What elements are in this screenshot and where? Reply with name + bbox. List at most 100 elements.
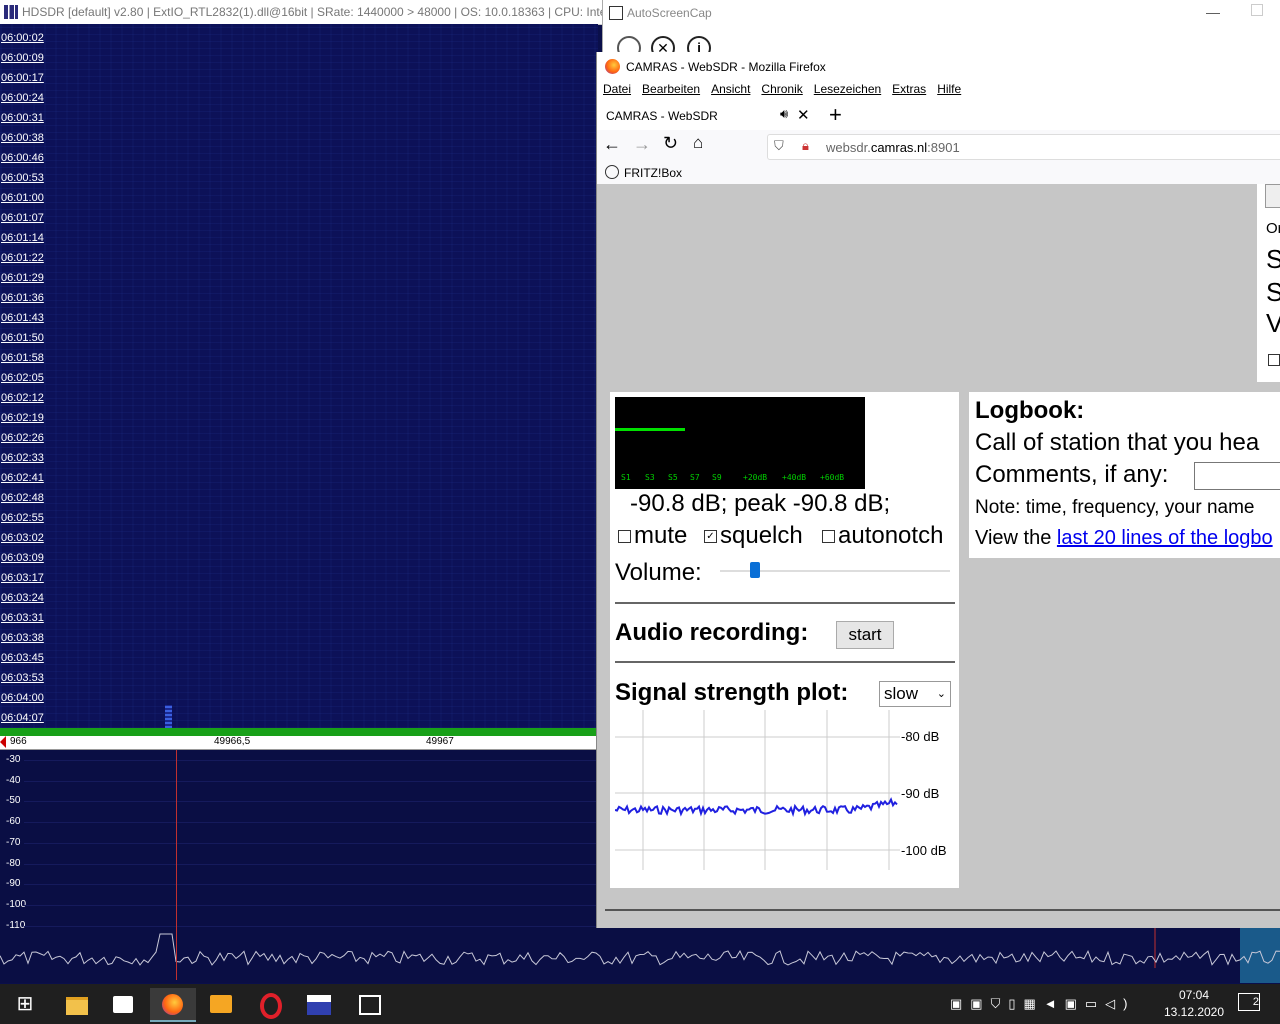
s-meter: S1 S3 S5 S7 S9 +20dB +40dB +60dB xyxy=(615,397,865,489)
frequency-range-bar[interactable] xyxy=(0,728,598,736)
tune-left-arrow-icon[interactable] xyxy=(0,736,6,748)
s-meter-label: +20dB xyxy=(743,473,768,482)
menu-extras[interactable]: Extras xyxy=(892,82,926,96)
waterfall-timestamp: 06:01:29 xyxy=(1,272,44,284)
system-tray-icons[interactable]: ▣▣⛉▯▦◄▣▭◁) xyxy=(950,996,1136,1012)
top-right-button[interactable] xyxy=(1265,184,1280,208)
menu-bar: Datei Bearbeiten Ansicht Chronik Lesezeichen… xyxy=(597,82,1280,102)
menu-datei[interactable]: Datei xyxy=(603,82,631,96)
mute-checkbox[interactable] xyxy=(618,530,631,544)
db-scale-label: -90 xyxy=(6,878,21,890)
chevron-down-icon: ⌄ xyxy=(936,688,946,700)
waterfall-timestamp: 06:00:46 xyxy=(1,152,44,164)
globe-icon xyxy=(605,165,619,179)
reload-icon[interactable]: ↻ xyxy=(663,133,678,154)
top-right-panel: Or S S V xyxy=(1257,184,1280,382)
db-scale-label: -60 xyxy=(6,816,21,828)
maximize-button[interactable] xyxy=(1251,4,1263,16)
waterfall-timestamp: 06:01:58 xyxy=(1,352,44,364)
db-scale-label: -80 xyxy=(6,857,21,869)
db-scale-label: -40 xyxy=(6,774,21,786)
checkbox[interactable] xyxy=(1268,354,1280,366)
db-scale-label: -50 xyxy=(6,795,21,807)
waterfall-signal-trace xyxy=(165,705,172,728)
waterfall-timestamp: 06:01:43 xyxy=(1,312,44,324)
opera-icon[interactable] xyxy=(254,988,288,1020)
waterfall-timestamp: 06:02:33 xyxy=(1,452,44,464)
waterfall-timestamp: 06:00:38 xyxy=(1,132,44,144)
comments-input[interactable] xyxy=(1194,462,1280,490)
signal-level-text: -90.8 dB; peak -90.8 dB; xyxy=(630,490,891,517)
store-icon[interactable] xyxy=(106,988,140,1020)
plot-speed-select[interactable]: slow ⌄ xyxy=(879,681,951,707)
hdsdr-title: HDSDR [default] v2.80 | ExtIO_RTL2832(1)… xyxy=(22,5,604,19)
waterfall-display[interactable] xyxy=(0,24,598,728)
squelch-toggle[interactable]: ✓ squelch xyxy=(704,522,803,550)
bookmark-fritzbox[interactable]: FRITZ!Box xyxy=(624,166,682,180)
tab-camras-websdr[interactable]: CAMRAS - WebSDR 🔊︎ ✕ xyxy=(597,102,817,130)
navigation-bar: ← → ↻ ⌂ ⛉ 🔒︎ websdr.camras.nl:8901 xyxy=(597,130,1280,162)
waterfall-timestamp: 06:01:22 xyxy=(1,252,44,264)
home-icon[interactable]: ⌂ xyxy=(693,133,703,153)
db-scale-label: -100 xyxy=(6,898,27,910)
waterfall-timestamp: 06:02:19 xyxy=(1,412,44,424)
waterfall-timestamp: 06:00:09 xyxy=(1,52,44,64)
rf-spectrum-strip[interactable] xyxy=(0,928,1280,983)
hdsdr-taskbar-icon[interactable] xyxy=(302,988,336,1020)
logbook-link[interactable]: last 20 lines of the logbo xyxy=(1057,527,1273,549)
waterfall-timestamp: 06:00:31 xyxy=(1,112,44,124)
db-grid-line xyxy=(24,760,598,761)
firefox-titlebar: CAMRAS - WebSDR - Mozilla Firefox xyxy=(597,52,1280,82)
url-bar[interactable]: ⛉ 🔒︎ websdr.camras.nl:8901 xyxy=(767,134,1280,160)
waterfall-timestamp: 06:02:05 xyxy=(1,372,44,384)
notification-center-icon[interactable]: 2 xyxy=(1238,993,1260,1011)
waterfall-timestamp: 06:03:53 xyxy=(1,672,44,684)
start-recording-button[interactable]: start xyxy=(836,621,894,649)
spectrum-display[interactable]: -30-40-50-60-70-80-90-100-110-120-130 xyxy=(0,750,598,972)
windows-start-icon[interactable]: ⊞ xyxy=(8,988,42,1020)
firefox-window: CAMRAS - WebSDR - Mozilla Firefox Datei B… xyxy=(596,52,1280,928)
menu-ansicht[interactable]: Ansicht xyxy=(711,82,750,96)
waterfall-timestamp: 06:02:55 xyxy=(1,512,44,524)
s-meter-level-bar xyxy=(615,428,685,431)
speaker-icon[interactable]: 🔊︎ xyxy=(780,106,788,122)
minimize-button[interactable]: — xyxy=(1206,4,1220,20)
hdsdr-titlebar: HDSDR [default] v2.80 | ExtIO_RTL2832(1)… xyxy=(0,0,604,25)
db-grid-line xyxy=(24,863,598,865)
forward-icon[interactable]: → xyxy=(633,134,651,155)
waterfall-timestamp: 06:01:36 xyxy=(1,292,44,304)
menu-hilfe[interactable]: Hilfe xyxy=(937,82,961,96)
firefox-taskbar-icon[interactable] xyxy=(150,988,196,1022)
db-grid-line xyxy=(24,780,598,782)
divider xyxy=(615,661,955,663)
autonotch-toggle[interactable]: autonotch xyxy=(822,522,943,550)
plot-label: Signal strength plot: xyxy=(615,679,849,706)
autoscreencap-taskbar-icon[interactable] xyxy=(352,988,386,1020)
new-tab-icon[interactable]: + xyxy=(829,102,842,128)
waterfall-timestamp: 06:02:41 xyxy=(1,472,44,484)
logbook-view-line: View the last 20 lines of the logbo xyxy=(975,527,1273,549)
hdsdr-app-icon xyxy=(4,5,18,19)
waterfall-timestamp: 06:01:07 xyxy=(1,212,44,224)
taskbar: ⊞ ▣▣⛉▯▦◄▣▭◁) 07:04 13.12.2020 2 xyxy=(0,984,1280,1024)
squelch-checkbox[interactable]: ✓ xyxy=(704,530,717,544)
waterfall-timestamp: 06:03:02 xyxy=(1,532,44,544)
autonotch-checkbox[interactable] xyxy=(822,530,835,544)
mute-toggle[interactable]: mute xyxy=(618,522,687,550)
waterfall-timestamp: 06:01:50 xyxy=(1,332,44,344)
clock-date[interactable]: 13.12.2020 xyxy=(1162,1005,1226,1019)
media-player-icon[interactable] xyxy=(204,988,238,1020)
menu-chronik[interactable]: Chronik xyxy=(761,82,802,96)
back-icon[interactable]: ← xyxy=(603,134,621,155)
volume-slider-thumb[interactable] xyxy=(749,562,760,578)
insecure-lock-icon[interactable]: 🔒︎ xyxy=(802,138,809,154)
clock-time[interactable]: 07:04 xyxy=(1168,988,1220,1002)
menu-lesezeichen[interactable]: Lesezeichen xyxy=(814,82,881,96)
tuning-marker-line[interactable] xyxy=(176,750,177,980)
menu-bearbeiten[interactable]: Bearbeiten xyxy=(642,82,700,96)
shield-icon[interactable]: ⛉ xyxy=(774,138,784,154)
volume-slider[interactable] xyxy=(720,562,950,578)
frequency-axis[interactable]: 966 49966,5 49967 xyxy=(0,736,598,750)
file-explorer-icon[interactable] xyxy=(60,988,94,1020)
close-tab-icon[interactable]: ✕ xyxy=(797,106,810,124)
